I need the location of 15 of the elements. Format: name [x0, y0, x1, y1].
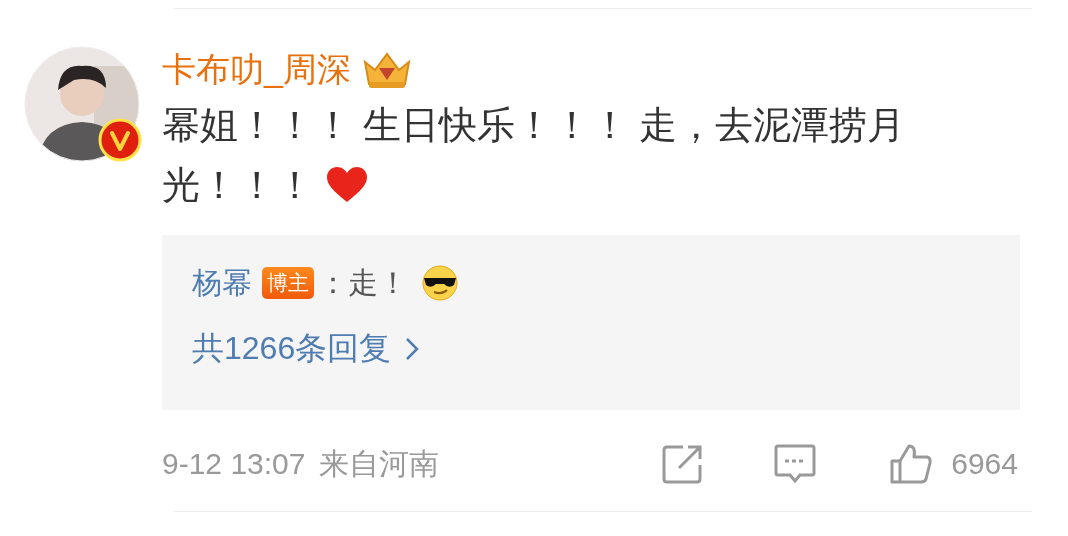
- location-text: 来自河南: [319, 445, 440, 482]
- username[interactable]: 卡布叻_周深: [162, 47, 351, 93]
- reply-username[interactable]: 杨幂: [192, 262, 252, 304]
- chevron-right-icon: [405, 337, 420, 361]
- heart-icon: [326, 166, 368, 204]
- comment-text: 幂姐！！！ 生日快乐！！！ 走，去泥潭捞月: [162, 103, 906, 148]
- sunglasses-emoji-icon: [420, 265, 460, 301]
- timestamp: 9-12 13:07: [162, 447, 306, 481]
- like-count: 6964: [951, 447, 1018, 481]
- author-tag: 博主: [262, 267, 314, 299]
- reply-text: ：走！: [318, 264, 408, 301]
- comment-icon[interactable]: [773, 443, 818, 485]
- comment-text: 光！！！: [162, 163, 314, 208]
- thumbs-up-icon[interactable]: [889, 443, 934, 485]
- view-replies-link[interactable]: 共1266条回复: [192, 327, 990, 371]
